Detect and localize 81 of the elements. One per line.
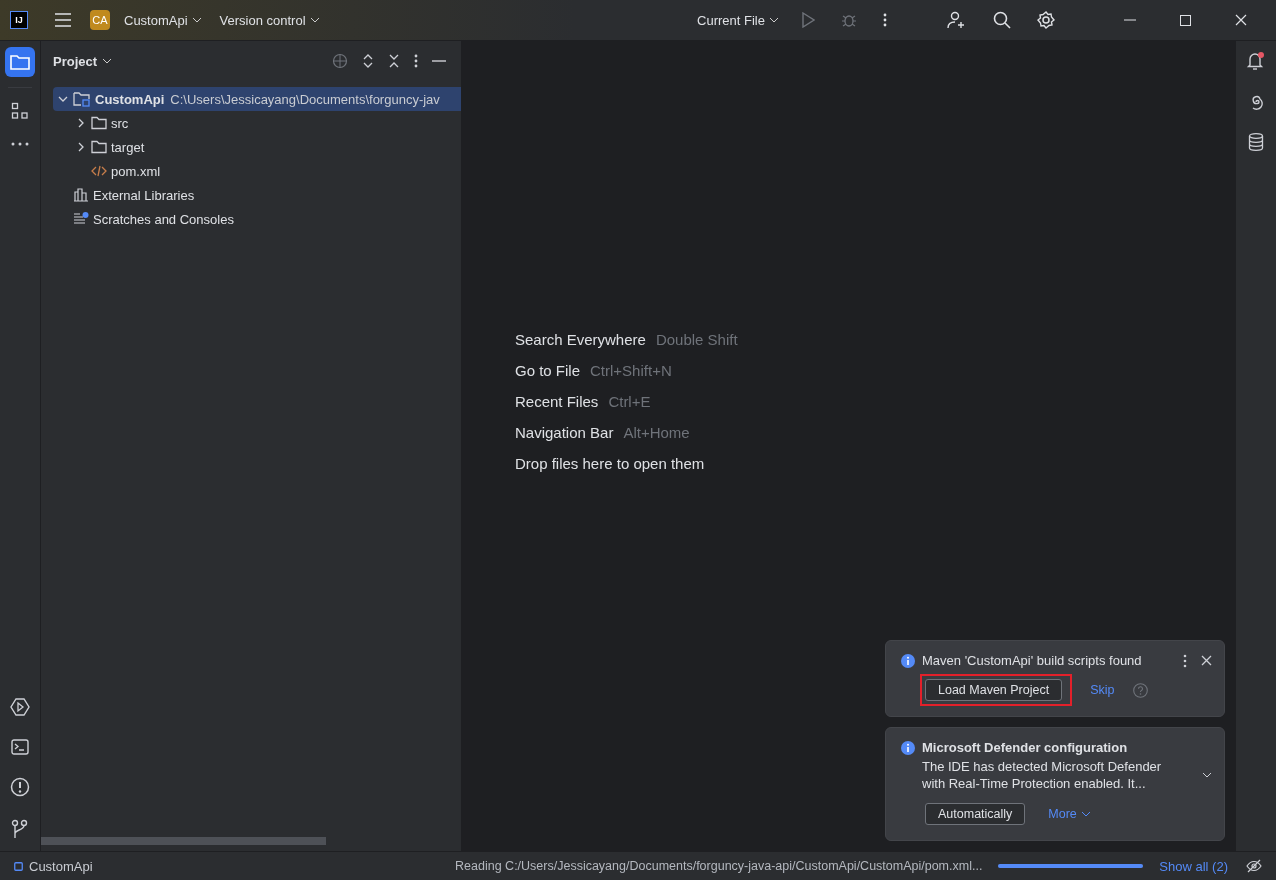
scrollbar-thumb[interactable] [41,837,326,845]
chevron-icon[interactable] [76,142,86,152]
services-icon[interactable] [10,697,30,717]
module-icon [14,861,23,871]
tree-row[interactable]: target [53,135,461,159]
action-link[interactable]: Skip [1090,683,1115,697]
chevron-icon[interactable] [58,94,68,104]
project-tool-button[interactable] [5,47,35,77]
tree-row[interactable]: src [53,111,461,135]
tree-label: CustomApi [95,91,165,107]
notification-title: Maven 'CustomApi' build scripts found [922,653,1143,668]
version-control-dropdown[interactable]: Version control [215,12,324,28]
workspace-dropdown[interactable]: CustomApi [120,12,206,28]
info-icon [901,653,915,668]
tree-row[interactable]: External Libraries [53,183,461,207]
maximize-icon[interactable] [1180,14,1191,26]
show-all-link[interactable]: Show all (2) [1159,858,1228,874]
folder-icon [91,116,107,130]
collapse-all-icon[interactable] [388,53,400,69]
more-icon[interactable] [11,142,29,146]
hint-shortcut: Ctrl+E [608,392,651,410]
project-view-dropdown[interactable]: Project [53,53,113,69]
notification-title: Microsoft Defender configuration [922,740,1129,755]
database-icon[interactable] [1248,133,1264,151]
tree-label: Scratches and Consoles [93,211,234,227]
hint-action: Drop files here to open them [515,454,705,472]
action-button[interactable]: Load Maven Project [925,679,1063,701]
xml-file-icon [91,164,107,178]
hint-shortcut: Double Shift [655,330,738,348]
expand-all-icon[interactable] [362,53,374,69]
scratches-icon [73,212,89,226]
notifications-icon[interactable] [1246,51,1266,71]
tree-label: External Libraries [93,187,195,203]
hint-action: Navigation Bar [515,423,614,441]
problems-icon[interactable] [10,777,30,797]
run-icon[interactable] [801,12,815,28]
bug-icon[interactable] [841,12,857,28]
progress-text: Reading C:/Users/Jessicayang/Documents/forguncy-java-api/CustomApi/CustomApi/pom.xml... [455,859,983,873]
more-icon[interactable] [1183,653,1187,668]
hint-shortcut: Alt+Home [623,423,690,441]
more-icon[interactable] [414,54,418,68]
tree-row[interactable]: Scratches and Consoles [53,207,461,231]
libraries-icon [73,188,89,202]
caret-icon [309,17,320,23]
terminal-icon[interactable] [11,739,29,755]
add-user-icon[interactable] [947,11,967,29]
info-icon [901,740,915,755]
caret-icon [102,58,113,64]
power-save-icon[interactable] [1246,859,1262,873]
notification-message: The IDE has detected Microsoft Defender with Real-Time Protection enabled. It... [922,758,1163,792]
folder-icon [91,140,107,154]
close-icon[interactable] [1201,655,1212,666]
caret-icon [191,17,202,23]
folder-icon [10,54,30,70]
search-icon[interactable] [993,11,1011,29]
chevron-icon[interactable] [1202,772,1212,778]
locate-icon[interactable] [332,53,348,69]
hint-action: Recent Files [515,392,599,410]
close-icon[interactable] [1235,14,1247,26]
git-branch-icon[interactable] [11,819,29,839]
app-logo[interactable]: IJ [10,11,28,29]
caret-icon [769,17,779,23]
tree-label: pom.xml [111,163,161,179]
hint-action: Search Everywhere [515,330,646,348]
action-button[interactable]: Automatically [925,803,1026,825]
tree-label: target [111,139,145,155]
module-folder-icon [73,91,91,107]
structure-icon[interactable] [11,102,29,120]
settings-icon[interactable] [1037,11,1055,29]
tree-row[interactable]: CustomApi C:\Users\Jessicayang\Documents\forguncy-jav [53,87,461,111]
hint-action: Go to File [515,361,581,379]
chevron-icon[interactable] [76,118,86,128]
run-configuration-dropdown[interactable]: Current File [693,12,783,28]
project-badge: CA [90,10,110,30]
status-project[interactable]: CustomApi [29,858,93,874]
project-path: C:\Users\Jessicayang\Documents\forguncy-jav [170,91,440,107]
hint-shortcut: Ctrl+Shift+N [590,361,672,379]
tree-label: src [111,115,129,131]
tree-row[interactable]: pom.xml [53,159,461,183]
more-icon[interactable] [883,13,887,27]
menu-icon[interactable] [54,13,72,27]
